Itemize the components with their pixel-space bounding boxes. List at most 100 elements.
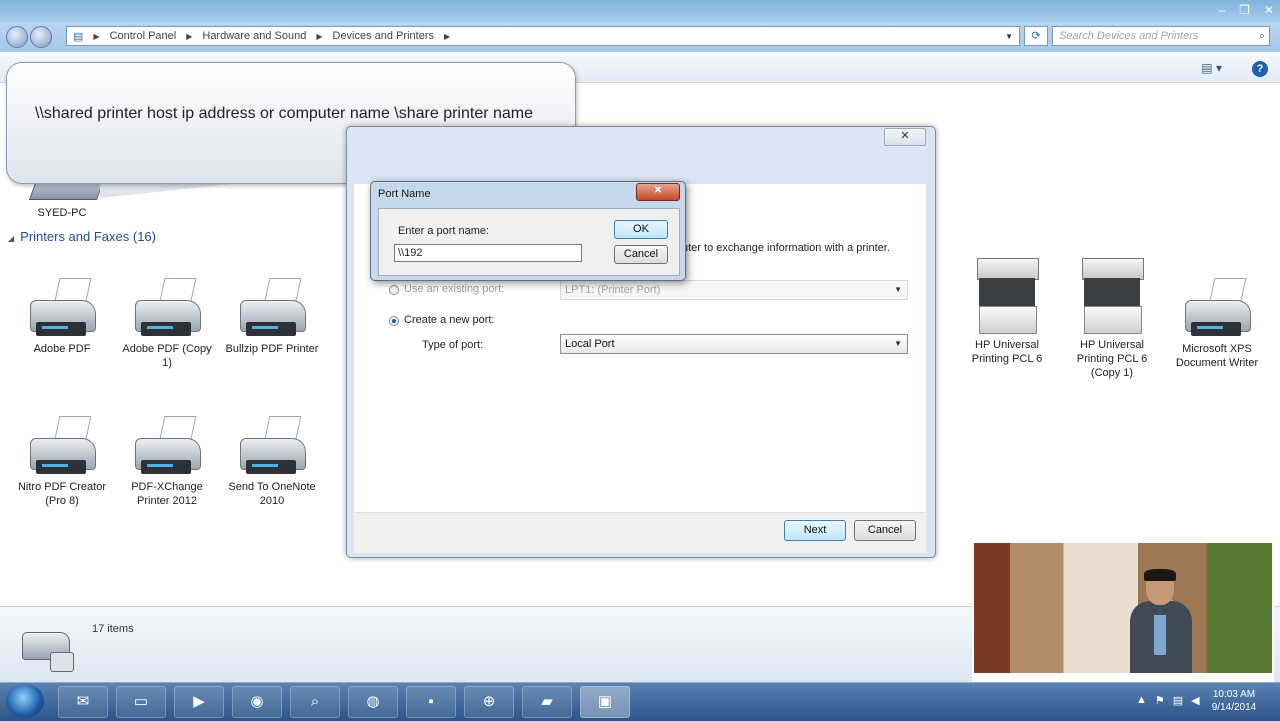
computer-label: SYED-PC [37, 207, 87, 219]
network-globe-icon[interactable]: ⊕ [464, 686, 514, 718]
address-bar[interactable]: ▤ ▶ Control Panel ▶ Hardware and Sound ▶… [66, 26, 1020, 46]
breadcrumb-control-panel[interactable]: Control Panel [110, 30, 177, 42]
printer-bullzip[interactable]: Bullzip PDF Printer [224, 278, 320, 356]
printer-label: PDF-XChange Printer 2012 [131, 481, 203, 507]
printer-icon [26, 416, 98, 476]
collapse-triangle-icon: ◢ [8, 234, 15, 243]
printer-icon [236, 416, 308, 476]
next-button[interactable]: Next [784, 520, 846, 541]
chevron-down-icon: ▼ [894, 285, 902, 294]
devices-printers-taskbar-icon[interactable]: ▣ [580, 686, 630, 718]
forward-button[interactable] [30, 26, 52, 48]
wizard-info-text: uter to exchange information with a prin… [682, 242, 890, 254]
printer-nitro[interactable]: Nitro PDF Creator (Pro 8) [14, 416, 110, 508]
create-new-port-radio[interactable] [389, 316, 399, 326]
search-placeholder: Search Devices and Printers [1059, 30, 1199, 42]
printer-icon [26, 278, 98, 338]
printer-label: HP Universal Printing PCL 6 [971, 339, 1043, 365]
control-panel-icon: ▤ [73, 30, 84, 43]
group-title: Printers and Faxes (16) [20, 229, 156, 244]
window-controls: – ❐ ✕ [1218, 0, 1274, 20]
printer-label: Microsoft XPS Document Writer [1175, 343, 1259, 369]
media-player-icon[interactable]: ▶ [174, 686, 224, 718]
port-type-value: Local Port [565, 338, 615, 350]
callout-text: \\shared printer host ip address or comp… [35, 105, 534, 122]
network-icon[interactable]: ▤ [1173, 694, 1183, 707]
use-existing-port-label: Use an existing port: [404, 283, 505, 295]
minimize-button[interactable]: – [1218, 3, 1225, 17]
existing-port-select[interactable]: LPT1: (Printer Port) ▼ [560, 280, 908, 300]
change-view-button[interactable]: ▤ ▾ [1201, 61, 1222, 75]
breadcrumb-devices-and-printers[interactable]: Devices and Printers [333, 30, 435, 42]
chevron-down-icon: ▼ [894, 339, 902, 348]
port-dialog-close-button[interactable]: ✕ [636, 183, 680, 201]
port-cancel-button[interactable]: Cancel [614, 245, 668, 264]
breadcrumb-hardware-and-sound[interactable]: Hardware and Sound [202, 30, 306, 42]
show-hidden-icons-icon[interactable]: ▲ [1136, 694, 1147, 707]
multifunction-printer-icon [971, 256, 1043, 334]
printer-icon [131, 278, 203, 338]
printer-status-icon [16, 622, 78, 674]
printer-label: HP Universal Printing PCL 6 (Copy 1) [1076, 339, 1148, 379]
window-title-bar [0, 0, 1280, 22]
printer-icon [131, 416, 203, 476]
help-icon[interactable]: ? [1252, 61, 1268, 77]
callout-tail [100, 182, 250, 198]
firefox-icon[interactable]: ◍ [348, 686, 398, 718]
volume-icon[interactable]: ◀ [1191, 694, 1199, 707]
printer-onenote[interactable]: Send To OneNote 2010 [224, 416, 320, 508]
search-input[interactable]: Search Devices and Printers ⌕ [1052, 26, 1270, 46]
port-name-prompt: Enter a port name: [398, 225, 490, 237]
notes-icon[interactable]: ▰ [522, 686, 572, 718]
clock-time: 10:03 AM [1212, 689, 1256, 700]
breadcrumb-separator-icon: ▶ [444, 31, 451, 41]
wizard-close-button[interactable]: ✕ [884, 128, 926, 146]
breadcrumb-separator-icon: ▶ [186, 31, 193, 41]
action-center-flag-icon[interactable]: ⚑ [1155, 694, 1165, 707]
system-tray: ▲ ⚑ ▤ ◀ [1136, 694, 1200, 707]
printer-icon [1181, 278, 1253, 338]
address-dropdown-icon[interactable]: ▼ [1005, 32, 1013, 41]
wizard-cancel-button[interactable]: Cancel [854, 520, 916, 541]
use-existing-port-radio[interactable] [389, 285, 399, 295]
create-new-port-label: Create a new port: [404, 314, 495, 326]
printer-label: Nitro PDF Creator (Pro 8) [17, 481, 107, 507]
command-prompt-icon[interactable]: ▪ [406, 686, 456, 718]
back-button[interactable] [6, 26, 28, 48]
ok-button[interactable]: OK [614, 220, 668, 239]
clock[interactable]: 10:03 AM 9/14/2014 [1202, 688, 1266, 714]
breadcrumb-separator-icon: ▶ [316, 31, 323, 41]
port-type-select[interactable]: Local Port ▼ [560, 334, 908, 354]
chrome-icon[interactable]: ◉ [232, 686, 282, 718]
printer-adobe-pdf-copy[interactable]: Adobe PDF (Copy 1) [119, 278, 215, 370]
printer-xps-writer[interactable]: Microsoft XPS Document Writer [1169, 278, 1265, 370]
printer-label: Send To OneNote 2010 [228, 481, 316, 507]
port-name-input[interactable]: \\192 [394, 244, 582, 262]
refresh-button[interactable]: ⟳ [1024, 26, 1048, 46]
printer-label: Bullzip PDF Printer [225, 343, 319, 355]
printer-adobe-pdf[interactable]: Adobe PDF [14, 278, 110, 356]
breadcrumb-separator-icon: ▶ [93, 31, 100, 41]
printer-icon [236, 278, 308, 338]
port-dialog-body [378, 208, 680, 276]
printer-pdf-xchange[interactable]: PDF-XChange Printer 2012 [119, 416, 215, 508]
clock-date: 9/14/2014 [1211, 702, 1257, 713]
magnifier-icon[interactable]: ⌕ [290, 686, 340, 718]
printer-hp-universal[interactable]: HP Universal Printing PCL 6 [959, 256, 1055, 366]
start-button[interactable] [6, 684, 44, 718]
printer-label: Adobe PDF (Copy 1) [122, 343, 212, 369]
presenter-video [974, 543, 1272, 673]
outlook-icon[interactable]: ✉ [58, 686, 108, 718]
explorer-icon[interactable]: ▭ [116, 686, 166, 718]
item-count: 17 items [92, 623, 134, 635]
maximize-button[interactable]: ❐ [1239, 3, 1250, 17]
printer-label: Adobe PDF [33, 343, 91, 355]
search-icon: ⌕ [1258, 30, 1265, 42]
port-dialog-title: Port Name [378, 188, 431, 200]
close-button[interactable]: ✕ [1264, 3, 1274, 17]
printers-group-header[interactable]: ◢ Printers and Faxes (16) [8, 229, 156, 244]
existing-port-value: LPT1: (Printer Port) [565, 284, 661, 296]
printer-hp-universal-copy[interactable]: HP Universal Printing PCL 6 (Copy 1) [1064, 256, 1160, 380]
port-type-label: Type of port: [422, 339, 484, 351]
multifunction-printer-icon [1076, 256, 1148, 334]
